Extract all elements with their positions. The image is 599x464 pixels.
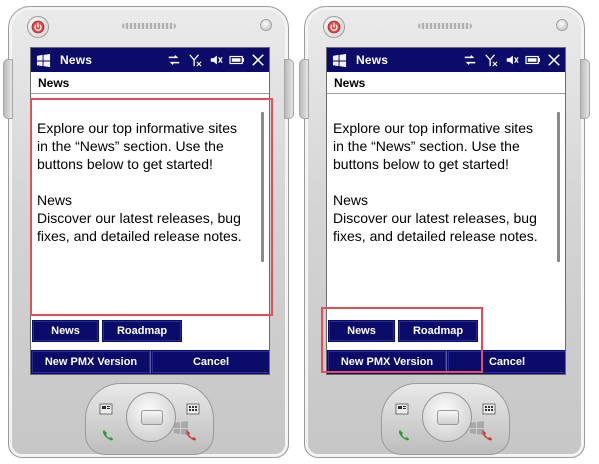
windows-start-icon[interactable] [330, 51, 348, 69]
soft-key-right-icon [186, 403, 200, 415]
scrollbar[interactable] [261, 112, 264, 262]
call-key[interactable] [100, 428, 116, 442]
soft-key-left-icon [99, 403, 113, 415]
section-title: News [37, 192, 73, 208]
soft-key-right-icon [482, 403, 496, 415]
side-button-right[interactable] [284, 59, 294, 119]
cancel-button[interactable]: Cancel [447, 350, 565, 374]
navigation-dpad[interactable] [126, 392, 176, 442]
section-body: Discover our latest releases, bug fixes,… [333, 210, 538, 244]
nav-button-row: News Roadmap [31, 320, 269, 342]
intro-text: Explore our top informative sites in the… [333, 120, 533, 172]
power-icon [327, 20, 341, 34]
left-soft-key[interactable] [394, 402, 410, 416]
windows-hardware-logo [470, 421, 484, 435]
pocket-pc-device-left: News News Explore our top informative si… [3, 6, 294, 458]
news-content: Explore our top informative sites in the… [327, 95, 565, 310]
notification-led [556, 19, 568, 31]
no-signal-icon[interactable] [483, 52, 499, 68]
dpad-center-button[interactable] [141, 410, 163, 425]
scrollbar[interactable] [557, 112, 560, 262]
windows-start-icon[interactable] [34, 51, 52, 69]
nav-button-row: News Roadmap [327, 320, 565, 342]
dpad-center-button[interactable] [437, 410, 459, 425]
call-key[interactable] [396, 428, 412, 442]
connectivity-icon[interactable] [166, 52, 182, 68]
roadmap-button[interactable]: Roadmap [398, 320, 478, 342]
volume-mute-icon[interactable] [208, 52, 224, 68]
page-title: News [327, 72, 565, 94]
page-title: News [31, 72, 269, 94]
news-button[interactable]: News [32, 320, 99, 342]
status-bar: News [327, 48, 565, 72]
volume-mute-icon[interactable] [504, 52, 520, 68]
side-button-right[interactable] [580, 59, 590, 119]
windows-hardware-logo [174, 421, 188, 435]
speaker-grille [418, 23, 472, 29]
power-button[interactable] [27, 16, 49, 38]
soft-key-left-icon [395, 403, 409, 415]
speaker-grille [122, 23, 176, 29]
side-button-left[interactable] [299, 59, 309, 119]
call-icon [399, 430, 409, 441]
status-bar-title: News [60, 53, 93, 67]
hardware-keypad [381, 383, 510, 455]
left-soft-key[interactable] [98, 402, 114, 416]
right-soft-key[interactable] [481, 402, 497, 416]
navigation-dpad[interactable] [422, 392, 472, 442]
section-body: Discover our latest releases, bug fixes,… [37, 210, 242, 244]
section-title: News [333, 192, 369, 208]
status-bar-title: News [356, 53, 389, 67]
new-pmx-version-button[interactable]: New PMX Version [327, 350, 447, 374]
connectivity-icon[interactable] [462, 52, 478, 68]
status-icons [462, 52, 562, 68]
cancel-button[interactable]: Cancel [151, 350, 269, 374]
power-button[interactable] [323, 16, 345, 38]
roadmap-button[interactable]: Roadmap [102, 320, 182, 342]
hardware-keypad [85, 383, 214, 455]
notification-led [260, 19, 272, 31]
softkey-bar: New PMX Version Cancel [327, 350, 565, 374]
news-button[interactable]: News [328, 320, 395, 342]
right-soft-key[interactable] [185, 402, 201, 416]
power-icon [31, 20, 45, 34]
device-screen: News News Explore our top informative si… [326, 47, 566, 375]
battery-icon[interactable] [525, 52, 541, 68]
new-pmx-version-button[interactable]: New PMX Version [31, 350, 151, 374]
pocket-pc-device-right: News News Explore our top informative si… [299, 6, 590, 458]
device-screen: News News Explore our top informative si… [30, 47, 270, 375]
status-icons [166, 52, 266, 68]
intro-text: Explore our top informative sites in the… [37, 120, 237, 172]
softkey-bar: New PMX Version Cancel [31, 350, 269, 374]
call-icon [103, 430, 113, 441]
status-bar: News [31, 48, 269, 72]
news-content: Explore our top informative sites in the… [31, 95, 269, 310]
battery-icon[interactable] [229, 52, 245, 68]
close-icon[interactable] [250, 52, 266, 68]
close-icon[interactable] [546, 52, 562, 68]
no-signal-icon[interactable] [187, 52, 203, 68]
side-button-left[interactable] [3, 59, 13, 119]
